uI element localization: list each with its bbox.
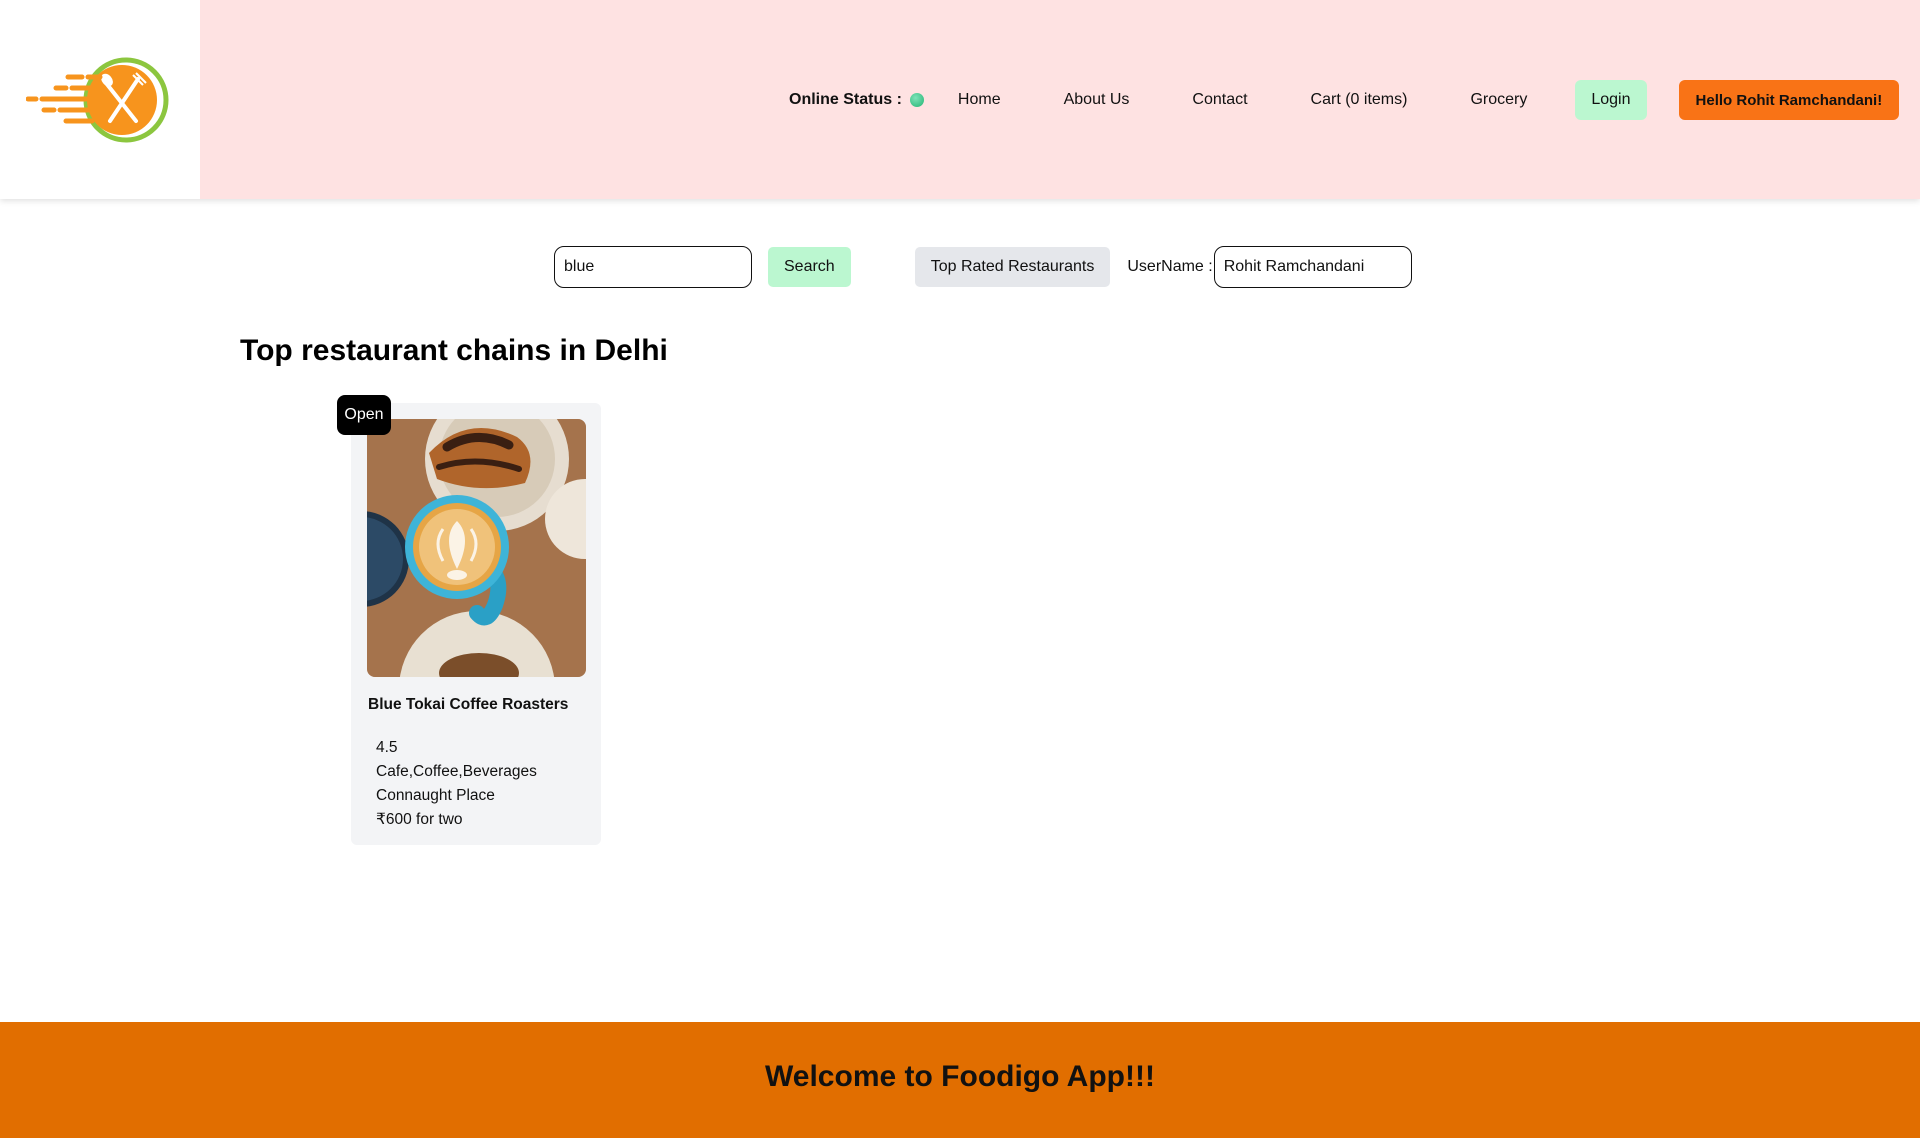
user-greeting-button[interactable]: Hello Rohit Ramchandani!: [1678, 80, 1900, 120]
online-status: Online Status :: [789, 91, 924, 109]
search-input[interactable]: [554, 246, 752, 288]
open-status-badge: Open: [337, 395, 391, 435]
search-button[interactable]: Search: [768, 247, 851, 287]
nav-link-cart[interactable]: Cart (0 items): [1311, 91, 1408, 109]
username-label: UserName :: [1127, 258, 1213, 275]
search-bar: Search Top Rated Restaurants UserName :: [554, 246, 1412, 288]
nav-bar: Online Status : Home About Us Contact Ca…: [789, 80, 1900, 120]
top-rated-button[interactable]: Top Rated Restaurants: [914, 247, 1111, 287]
login-button[interactable]: Login: [1575, 80, 1647, 120]
food-delivery-logo-icon: [26, 57, 169, 143]
restaurant-cuisines: Cafe,Coffee,Beverages: [376, 763, 537, 780]
nav-link-grocery[interactable]: Grocery: [1470, 91, 1527, 109]
restaurant-rating: 4.5: [376, 739, 398, 756]
restaurant-card[interactable]: Blue Tokai Coffee Roasters 4.5 Cafe,Coff…: [351, 403, 601, 845]
logo[interactable]: [0, 0, 200, 199]
restaurant-image: [367, 419, 586, 677]
nav-link-contact[interactable]: Contact: [1192, 91, 1247, 109]
nav-link-about[interactable]: About Us: [1064, 91, 1130, 109]
restaurant-name: Blue Tokai Coffee Roasters: [368, 696, 569, 713]
restaurant-area: Connaught Place: [376, 787, 495, 804]
nav-link-home[interactable]: Home: [958, 91, 1001, 109]
footer-welcome-text: Welcome to Foodigo App!!!: [765, 1060, 1155, 1093]
restaurant-cost: ₹600 for two: [376, 811, 463, 828]
page-title: Top restaurant chains in Delhi: [240, 334, 668, 367]
online-status-label: Online Status :: [789, 91, 902, 108]
username-input[interactable]: [1213, 246, 1412, 288]
header: Online Status : Home About Us Contact Ca…: [0, 0, 1920, 199]
footer: Welcome to Foodigo App!!!: [0, 1022, 1920, 1138]
online-status-dot-icon: [909, 93, 924, 107]
restaurant-details: 4.5 Cafe,Coffee,Beverages Connaught Plac…: [376, 736, 537, 832]
